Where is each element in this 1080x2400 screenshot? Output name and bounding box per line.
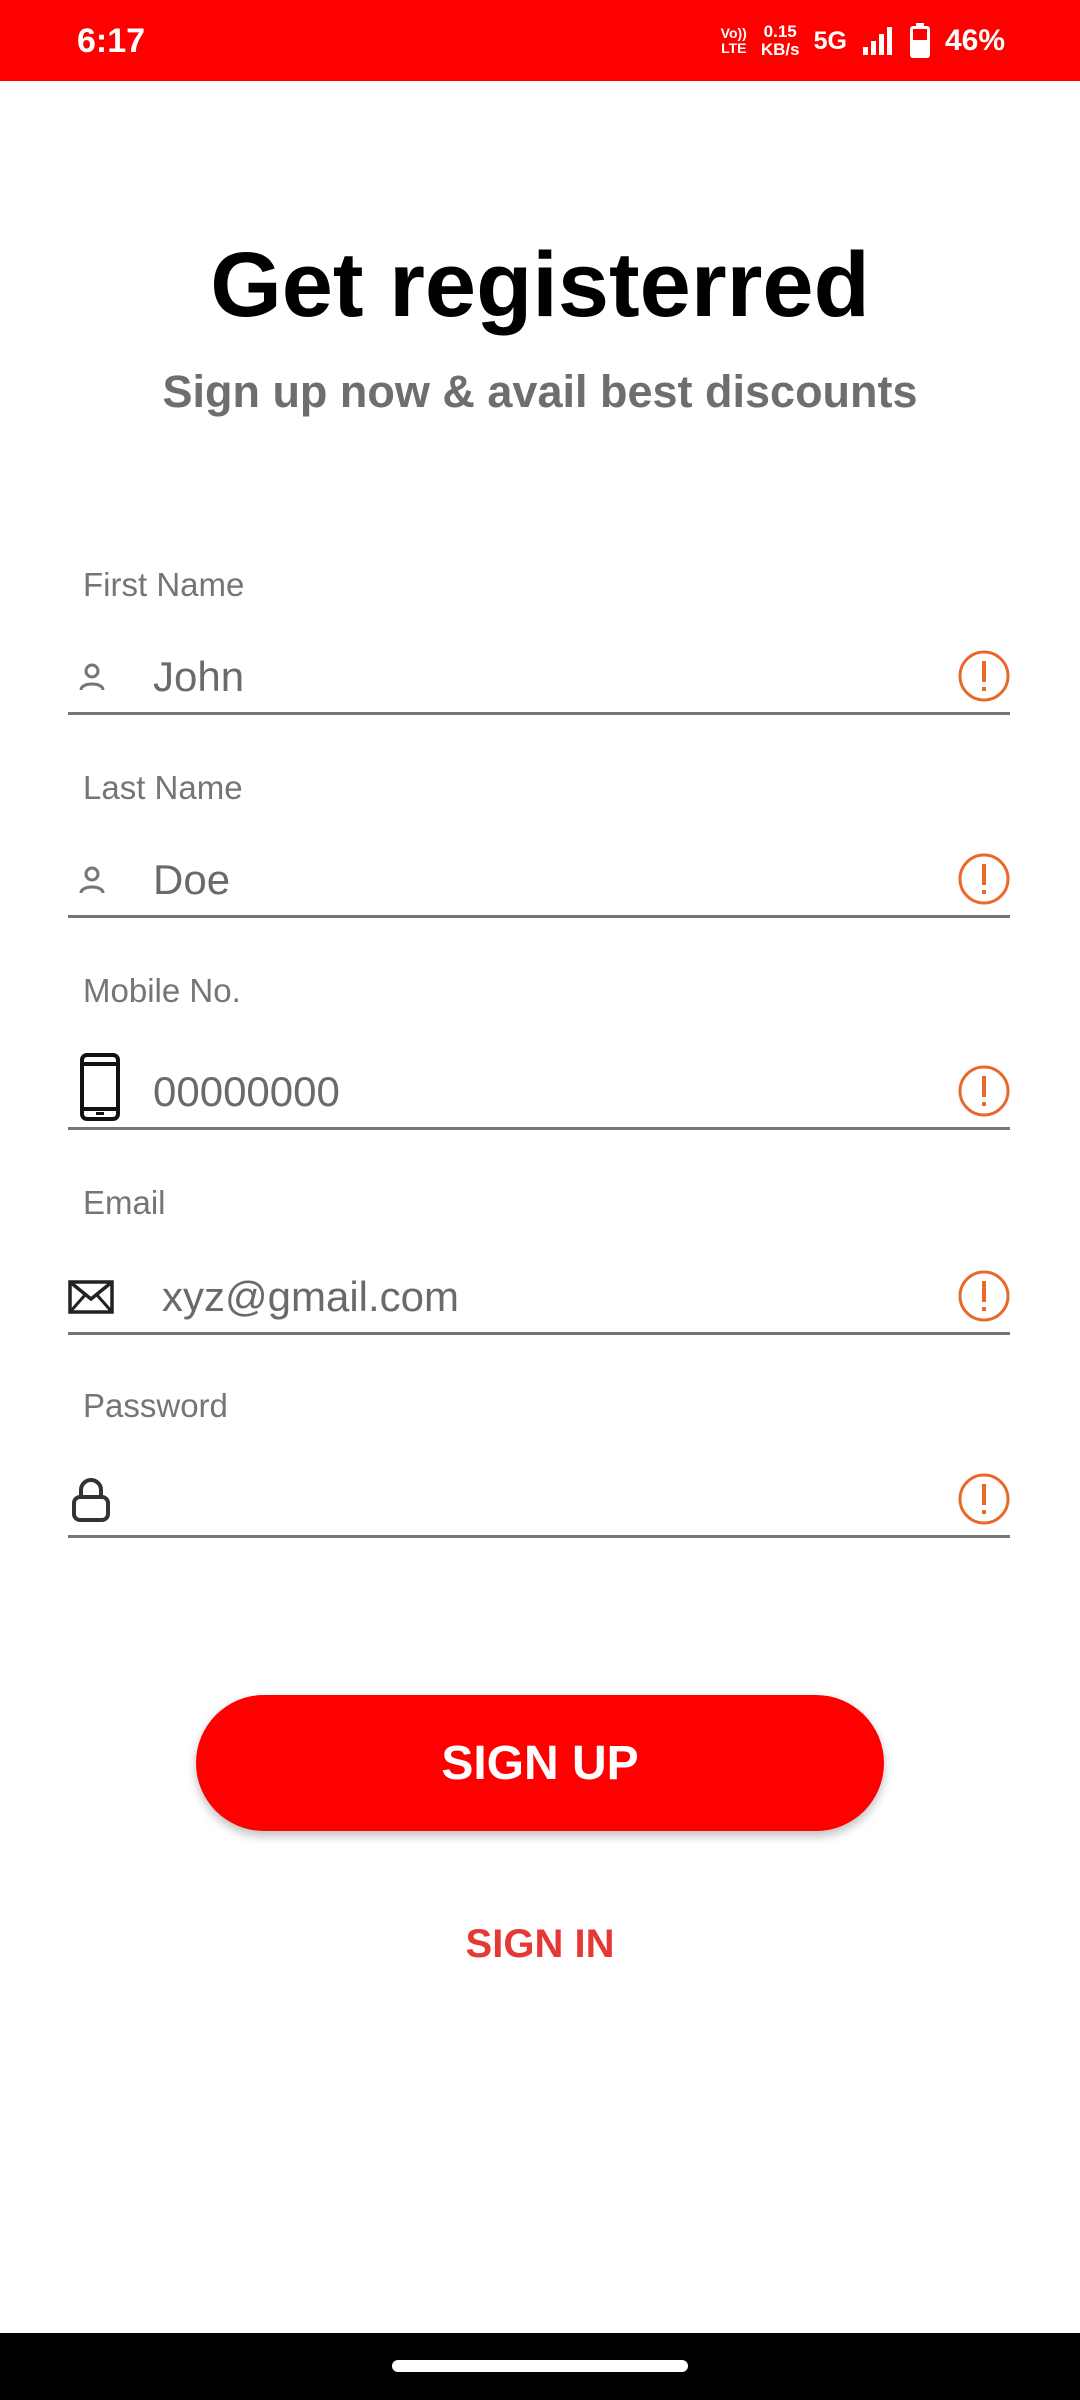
first-name-label: First Name — [83, 566, 245, 603]
network-speed-unit: KB/s — [760, 40, 800, 59]
password-field: Password — [68, 1386, 1010, 1538]
status-indicators: Vo)) LTE 0.15 KB/s 5G 46% — [721, 18, 1005, 64]
last-name-input[interactable] — [153, 845, 930, 915]
mobile-label: Mobile No. — [83, 972, 241, 1009]
lock-icon — [68, 1475, 114, 1525]
volte-top-text: Vo)) — [720, 25, 747, 41]
last-name-field: Last Name — [68, 768, 1010, 918]
email-row — [68, 1262, 1010, 1335]
volte-icon: Vo)) LTE — [721, 26, 747, 56]
mobile-input[interactable] — [153, 1057, 930, 1127]
email-field: Email — [68, 1183, 1010, 1335]
page-subtitle: Sign up now & avail best discounts — [162, 366, 918, 417]
page-title: Get registerred — [210, 234, 870, 336]
email-input[interactable] — [162, 1262, 930, 1332]
last-name-row — [68, 845, 1010, 918]
signal-icon — [862, 27, 892, 55]
battery-icon — [909, 23, 930, 58]
phone-icon — [80, 1052, 120, 1122]
error-icon — [958, 1473, 1010, 1525]
volte-bottom-text: LTE — [721, 40, 747, 56]
password-row — [68, 1465, 1010, 1538]
error-icon — [958, 1270, 1010, 1322]
sign-up-button[interactable]: SIGN UP — [196, 1695, 884, 1831]
battery-percent: 46% — [944, 24, 1005, 57]
email-label: Email — [83, 1184, 166, 1221]
last-name-label: Last Name — [83, 769, 243, 806]
error-icon — [958, 853, 1010, 905]
password-label: Password — [83, 1387, 228, 1424]
first-name-row — [68, 642, 1010, 715]
navigation-bar — [0, 2333, 1080, 2400]
first-name-input[interactable] — [153, 642, 930, 712]
mobile-field: Mobile No. — [68, 971, 1010, 1131]
password-input[interactable] — [153, 1465, 930, 1535]
error-icon — [958, 1065, 1010, 1117]
network-type: 5G — [813, 26, 847, 55]
network-speed: 0.15 KB/s — [761, 23, 800, 59]
mail-icon — [68, 1279, 114, 1315]
home-gesture-bar[interactable] — [392, 2360, 688, 2372]
mobile-row — [68, 1053, 1010, 1130]
person-icon — [68, 862, 116, 898]
status-time: 6:17 — [77, 22, 146, 60]
status-bar: 6:17 Vo)) LTE 0.15 KB/s 5G 46% — [0, 0, 1080, 81]
sign-in-link[interactable]: SIGN IN — [0, 1916, 1080, 1972]
person-icon — [68, 659, 116, 695]
error-icon — [958, 650, 1010, 702]
first-name-field: First Name — [68, 565, 1010, 715]
network-speed-value: 0.15 — [763, 22, 797, 41]
